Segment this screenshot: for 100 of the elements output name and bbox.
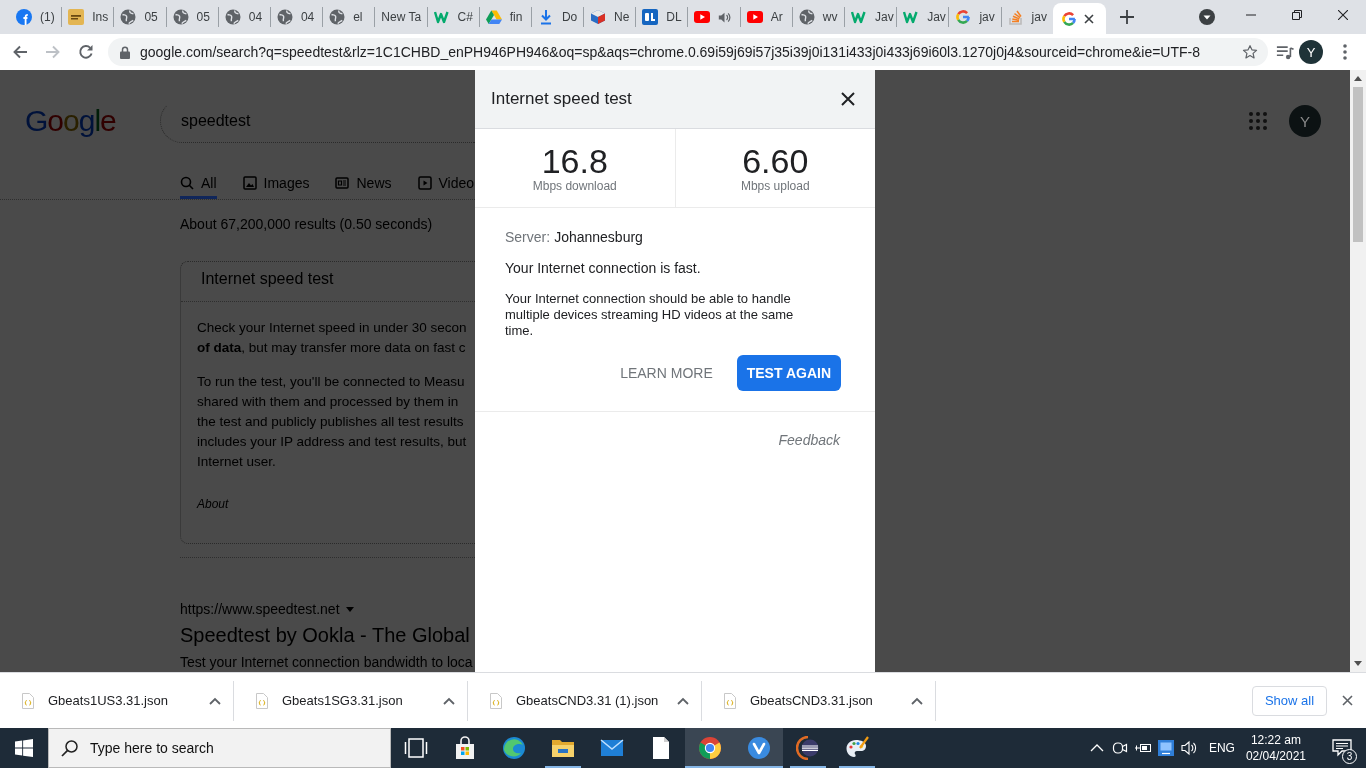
profile-avatar[interactable]: Y <box>1299 40 1323 64</box>
striped-circle-icon <box>795 736 820 760</box>
scrollbar[interactable] <box>1350 70 1366 672</box>
browser-tab[interactable]: DL <box>636 0 688 34</box>
file-icon <box>490 692 502 709</box>
download-item[interactable]: GbeatsCND3.31.json <box>702 680 936 721</box>
close-icon[interactable] <box>841 92 855 106</box>
address-field[interactable]: google.com/search?q=speedtest&rlz=1C1CHBD_enPH946PH946&oq=sp&aqs=chrome.0.69i59j69i57j35i39j0i131i433j0i433j69i60l3.1270j0j4&sourceid=chrome&ie=UTF-8 <box>108 38 1268 66</box>
file-icon <box>256 692 268 709</box>
play-button-icon <box>746 9 763 25</box>
browser-tab[interactable]: Ne <box>584 0 636 34</box>
round-logo-icon <box>746 736 771 760</box>
download-item[interactable]: Gbeats1US3.31.json <box>0 680 234 721</box>
paragraph-text: Check your Internet speed in under 30 secon of data, but may transfer more data on fast c <box>197 319 468 357</box>
feedback-link[interactable]: Feedback <box>778 432 840 448</box>
swirl-logo-icon <box>501 736 526 760</box>
plus-icon[interactable] <box>1119 10 1134 24</box>
search-icon <box>61 740 78 757</box>
browser-tab[interactable]: jav <box>1001 0 1053 34</box>
download-item[interactable]: GbeatsCND3.31 (1).json <box>468 680 702 721</box>
speed-unit: Mbps download <box>532 179 617 193</box>
caret-up-icon[interactable] <box>443 696 455 705</box>
scrollbar-thumb[interactable] <box>1353 87 1363 242</box>
image-icon <box>242 175 257 190</box>
speed-value: 16.8 <box>541 143 608 179</box>
browser-tab[interactable]: Do <box>531 0 584 34</box>
close-icon[interactable] <box>1083 13 1094 24</box>
close-icon[interactable] <box>1342 695 1353 706</box>
caret-up-icon[interactable] <box>677 696 689 705</box>
result-detail: Your Internet connection should be able to handle multiple devices streaming HD videos at the same time. <box>505 291 795 339</box>
close-icon[interactable] <box>1338 10 1348 20</box>
browser-tab[interactable] <box>1052 3 1106 34</box>
browser-tab[interactable]: New Ta <box>375 0 427 34</box>
dropdown-icon[interactable] <box>1199 9 1215 25</box>
browser-tab[interactable]: (1) <box>10 0 62 34</box>
star-icon[interactable] <box>1242 44 1258 60</box>
zigzag-logo-icon <box>433 9 450 25</box>
caret-up-icon[interactable] <box>209 696 221 705</box>
show-all-button[interactable]: Show all <box>1252 685 1327 716</box>
browser-tab[interactable]: Jav <box>845 0 897 34</box>
taskbar-app-button[interactable] <box>734 728 783 768</box>
browser-tab[interactable]: 04 <box>270 0 323 34</box>
browser-tab[interactable]: el <box>323 0 375 34</box>
browser-tab[interactable]: 05 <box>114 0 166 34</box>
taskbar-app-button[interactable] <box>685 728 734 768</box>
browser-tab[interactable]: fin <box>479 0 531 34</box>
ring-logo-icon <box>1060 10 1077 27</box>
task-view-icon <box>403 736 428 760</box>
ring-logo-icon <box>955 9 972 25</box>
browser-tab[interactable]: 05 <box>166 0 218 34</box>
download-item[interactable]: Gbeats1SG3.31.json <box>234 680 468 721</box>
reload-icon[interactable] <box>78 44 94 60</box>
volume-icon[interactable] <box>1181 740 1198 756</box>
profile-avatar[interactable]: Y <box>1289 105 1321 137</box>
more-icon[interactable] <box>1343 44 1347 60</box>
play-button-icon <box>694 9 711 25</box>
file-icon <box>724 692 736 709</box>
browser-tab[interactable]: Ins <box>62 0 114 34</box>
globe-icon <box>276 9 293 25</box>
test-again-button[interactable]: TEST AGAIN <box>736 355 841 391</box>
browser-tab[interactable]: jav <box>949 0 1001 34</box>
palette-icon <box>844 736 869 760</box>
globe-icon <box>120 9 137 25</box>
video-icon <box>417 175 432 190</box>
browser-tab[interactable]: C# <box>427 0 479 34</box>
video-camera-icon[interactable] <box>1112 740 1129 756</box>
browser-tab[interactable]: Jav <box>897 0 949 34</box>
stack-logo-icon <box>1007 9 1024 25</box>
result-summary: Your Internet connection is fast. <box>505 260 701 276</box>
clock-time[interactable]: 12:22 am <box>1250 732 1301 748</box>
restore-icon[interactable] <box>1292 10 1302 20</box>
globe-icon <box>172 9 189 25</box>
triangle-logo-icon <box>485 9 502 25</box>
round-logo-icon <box>16 9 32 25</box>
learn-more-button[interactable]: LEARN MORE <box>620 365 713 381</box>
search-field[interactable]: Type here to search <box>48 728 391 768</box>
start-icon[interactable] <box>15 739 33 757</box>
notification-badge: 3 <box>1342 749 1357 764</box>
square-logo-icon <box>642 9 659 25</box>
file-icon <box>22 692 34 709</box>
globe-icon <box>329 9 346 25</box>
caret-up-icon[interactable] <box>1354 76 1362 81</box>
caret-up-icon[interactable] <box>911 696 923 705</box>
browser-tab[interactable]: Ar <box>740 0 792 34</box>
cube-icon <box>590 9 607 25</box>
language-indicator[interactable]: ENG <box>1200 741 1242 755</box>
browser-tab[interactable]: wv <box>792 0 844 34</box>
clock-date[interactable]: 02/04/2021 <box>1245 748 1306 764</box>
browser-tab[interactable]: 04 <box>218 0 270 34</box>
search-icon <box>180 175 194 190</box>
back-icon[interactable] <box>12 44 28 60</box>
globe-icon <box>798 9 815 25</box>
playlist-icon[interactable] <box>1276 44 1294 60</box>
monitor-icon[interactable] <box>1158 740 1175 756</box>
server-label: Server: <box>505 229 551 245</box>
speaker-icon <box>718 10 732 24</box>
lock-icon[interactable] <box>120 45 130 59</box>
result-snippet: Test your Internet connection bandwidth to loca <box>180 655 474 670</box>
caret-down-icon[interactable] <box>1354 661 1362 666</box>
paragraph-text: To run the test, you'll be connected to Measu shared with them and processed by them in the test and publicly publishes all test results includes your IP address and test results, but Internet user. <box>197 373 468 471</box>
